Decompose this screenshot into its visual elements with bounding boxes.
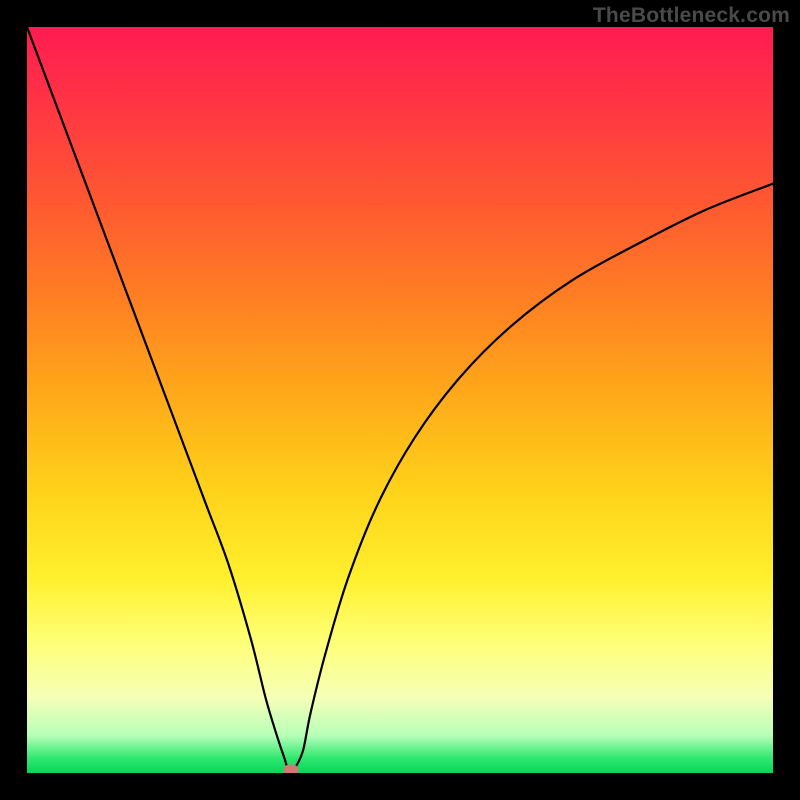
optimum-marker (284, 765, 299, 773)
bottleneck-curve (27, 27, 773, 773)
watermark-text: TheBottleneck.com (593, 4, 790, 28)
plot-area (27, 27, 773, 773)
chart-frame: TheBottleneck.com (0, 0, 800, 800)
